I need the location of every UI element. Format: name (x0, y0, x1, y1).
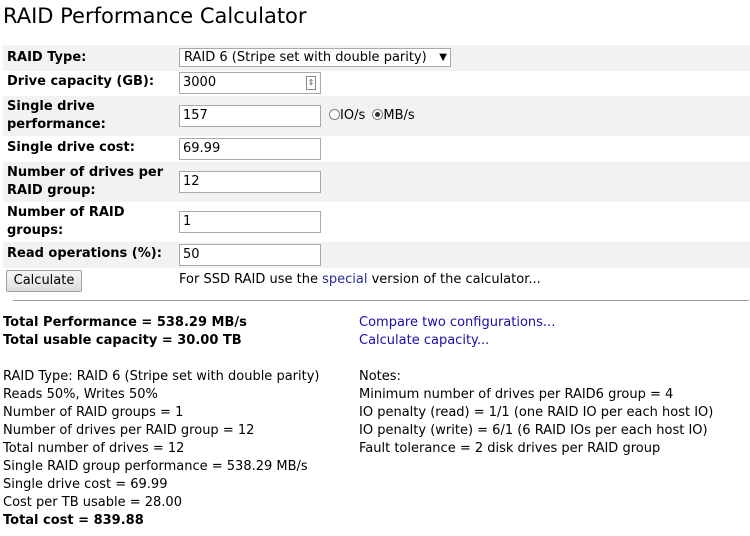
calculate-capacity-link[interactable]: Calculate capacity... (359, 333, 489, 348)
detail-line: Cost per TB usable = 28.00 (3, 495, 182, 510)
ssd-note-suffix: version of the calculator... (367, 272, 541, 287)
calculate-button[interactable]: Calculate (6, 270, 82, 292)
raid-groups-label: Number of RAID groups: (7, 204, 125, 240)
single-drive-cost-label: Single drive cost: (7, 140, 135, 155)
drives-per-group-label-line1: Number of drives per (7, 165, 164, 180)
drives-per-group-row: Number of drives per RAID group: (3, 162, 750, 202)
ssd-note: For SSD RAID use the special version of … (179, 272, 541, 288)
summary-links: Compare two configurations... Calculate … (359, 314, 555, 350)
total-usable-capacity: Total usable capacity = 30.00 TB (3, 333, 242, 348)
drives-per-group-input[interactable]: 12 (179, 171, 321, 193)
raid-groups-value: 1 (183, 214, 192, 229)
radio-mbs[interactable] (372, 109, 384, 120)
radio-mbs-label: MB/s (383, 108, 415, 123)
single-drive-performance-label-line1: Single drive (7, 99, 95, 114)
raid-type-value: RAID 6 (Stripe set with double parity) (184, 50, 427, 65)
compare-configurations-link[interactable]: Compare two configurations... (359, 315, 555, 330)
raid-groups-label-line1: Number of RAID (7, 205, 125, 220)
total-performance: Total Performance = 538.29 MB/s (3, 315, 247, 330)
radio-ios[interactable] (329, 109, 340, 120)
read-operations-row: Read operations (%): (3, 242, 750, 268)
dropdown-arrow-icon: ▼ (439, 52, 447, 63)
single-drive-cost-value: 69.99 (183, 141, 221, 156)
single-drive-performance-label: Single drive performance: (7, 98, 106, 134)
total-cost: Total cost = 839.88 (3, 513, 144, 528)
detail-line: Total number of drives = 12 (3, 441, 185, 456)
single-drive-performance-label-line2: performance: (7, 117, 106, 132)
drives-per-group-label: Number of drives per RAID group: (7, 164, 163, 200)
read-operations-label: Read operations (%): (7, 246, 162, 261)
raid-groups-row: Number of RAID groups: (3, 202, 750, 242)
performance-unit-radio-group: IO/s MB/s (329, 108, 415, 124)
divider (13, 300, 749, 301)
single-drive-cost-row: Single drive cost: (3, 136, 750, 162)
read-operations-value: 50 (183, 247, 200, 262)
summary-block: Total Performance = 538.29 MB/s Total us… (3, 314, 247, 350)
detail-line: Single RAID group performance = 538.29 M… (3, 459, 308, 474)
single-drive-cost-input[interactable]: 69.99 (179, 138, 321, 160)
special-link[interactable]: special (322, 272, 367, 287)
read-operations-input[interactable]: 50 (179, 244, 321, 266)
drive-capacity-input[interactable]: 3000 ⇕ (179, 72, 321, 94)
raid-groups-input[interactable]: 1 (179, 211, 321, 233)
ssd-note-prefix: For SSD RAID use the (179, 272, 323, 287)
note-item: Fault tolerance = 2 disk drives per RAID… (359, 441, 661, 456)
detail-line: Reads 50%, Writes 50% (3, 387, 158, 402)
drive-capacity-value: 3000 (183, 75, 217, 90)
raid-groups-label-line2: groups: (7, 223, 64, 238)
detail-line: Single drive cost = 69.99 (3, 477, 168, 492)
radio-ios-label: IO/s (340, 108, 366, 123)
single-drive-performance-value: 157 (183, 108, 208, 123)
drive-capacity-label: Drive capacity (GB): (7, 74, 155, 89)
detail-line: Number of drives per RAID group = 12 (3, 423, 255, 438)
notes-heading: Notes: (359, 369, 401, 384)
drives-per-group-value: 12 (183, 174, 200, 189)
raid-type-label: RAID Type: (7, 50, 87, 65)
raid-type-select[interactable]: RAID 6 (Stripe set with double parity) ▼ (179, 48, 451, 67)
spinner-icon[interactable]: ⇕ (306, 76, 316, 90)
drives-per-group-label-line2: RAID group: (7, 183, 96, 198)
note-item: IO penalty (write) = 6/1 (6 RAID IOs per… (359, 423, 708, 438)
note-item: IO penalty (read) = 1/1 (one RAID IO per… (359, 405, 714, 420)
note-item: Minimum number of drives per RAID6 group… (359, 387, 674, 402)
details-list: RAID Type: RAID 6 (Stripe set with doubl… (3, 368, 319, 530)
drive-capacity-row: Drive capacity (GB): (3, 71, 750, 95)
single-drive-performance-input[interactable]: 157 (179, 105, 321, 127)
detail-line: Number of RAID groups = 1 (3, 405, 184, 420)
page-title: RAID Performance Calculator (3, 4, 307, 28)
detail-line: RAID Type: RAID 6 (Stripe set with doubl… (3, 369, 320, 384)
notes-list: Notes: Minimum number of drives per RAID… (359, 368, 713, 458)
